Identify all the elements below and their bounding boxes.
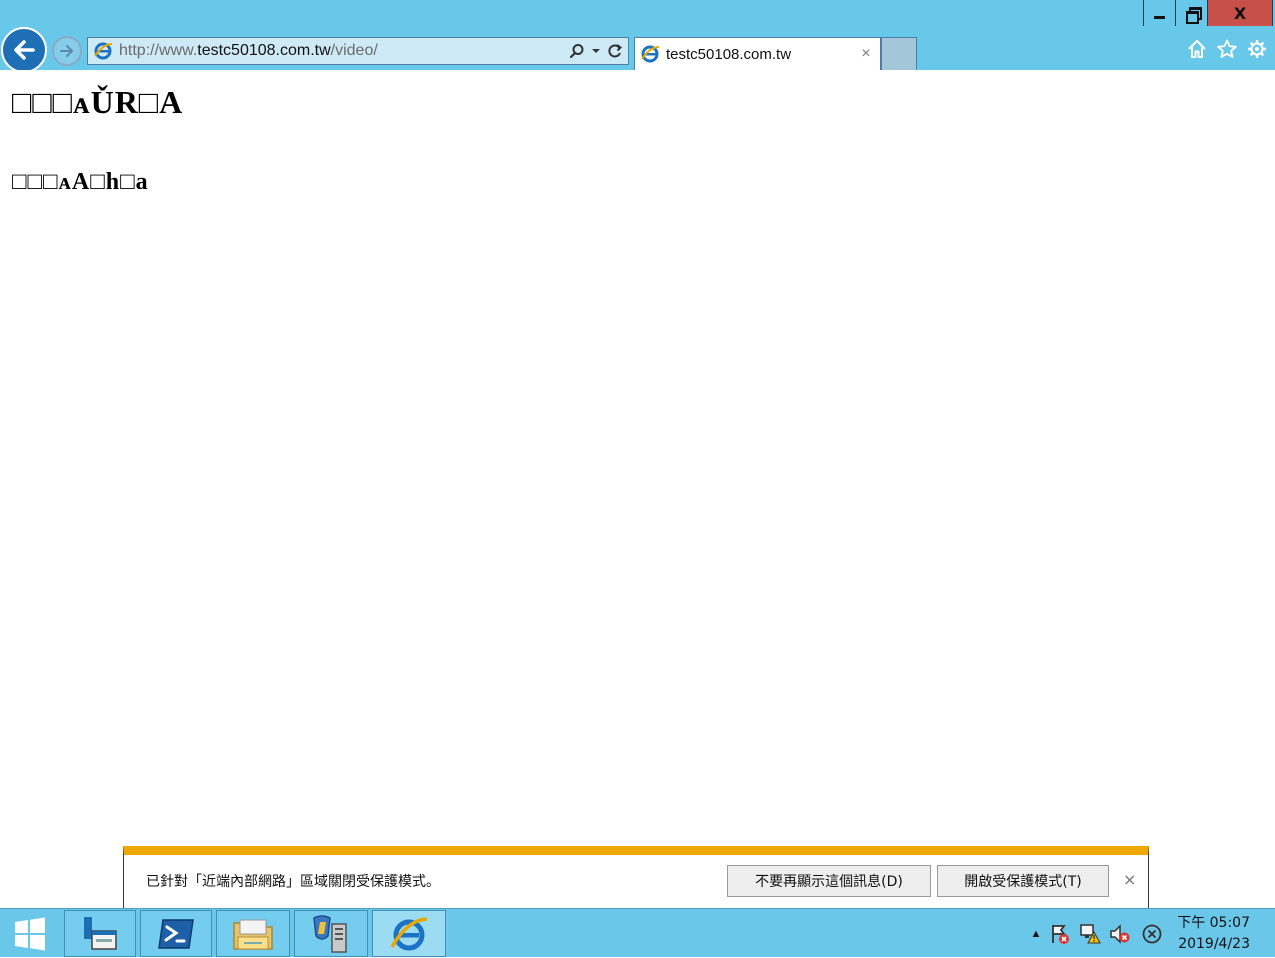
system-tray: ▲ 下午 05:07 2019/4/23 xyxy=(1005,909,1275,958)
url-text[interactable]: http://www.testc50108.com.tw/video/ xyxy=(119,42,568,60)
notification-close-button[interactable]: × xyxy=(1123,870,1136,889)
address-bar[interactable]: http://www.testc50108.com.tw/video/ xyxy=(87,37,629,65)
server-manager-icon xyxy=(84,916,117,950)
gear-icon xyxy=(1248,40,1266,58)
notification-message: 已針對「近端內部網路」區域關閉受保護模式。 xyxy=(146,874,440,890)
tab-active[interactable]: testc50108.com.tw × xyxy=(634,37,881,70)
favorites-button[interactable] xyxy=(1217,38,1237,60)
action-center-icon xyxy=(1052,925,1069,944)
new-tab-button[interactable] xyxy=(881,37,917,70)
close-icon: X xyxy=(1233,3,1247,23)
dont-show-again-button[interactable]: 不要再顯示這個訊息(D) xyxy=(727,865,931,897)
minimize-button[interactable] xyxy=(1144,0,1176,26)
action-center-button[interactable] xyxy=(1049,923,1071,945)
url-prefix: http://www. xyxy=(119,42,198,59)
tray-expand-button[interactable]: ▲ xyxy=(1025,923,1047,945)
file-explorer-icon xyxy=(233,919,273,950)
network-warning-icon xyxy=(1080,924,1101,944)
home-icon xyxy=(1188,40,1206,58)
star-icon xyxy=(1217,39,1237,58)
taskbar-internet-explorer[interactable] xyxy=(372,910,446,957)
back-button[interactable] xyxy=(1,27,47,73)
clock[interactable]: 下午 05:07 2019/4/23 xyxy=(1177,913,1250,955)
taskbar: ▲ 下午 05:07 2019/4/23 xyxy=(0,908,1275,957)
window-controls: X xyxy=(1143,0,1273,26)
internet-explorer-icon xyxy=(641,45,660,63)
tab-close-button[interactable]: × xyxy=(856,45,876,63)
minimize-icon xyxy=(1154,15,1165,19)
page-heading: □□□ᴀǓR□A xyxy=(12,84,184,120)
url-host: testc50108.com.tw xyxy=(197,42,331,59)
browser-chrome: X http://www.testc50108.com.tw/video/ te… xyxy=(0,0,1275,73)
error-status-button[interactable] xyxy=(1141,923,1163,945)
search-icon xyxy=(569,44,584,59)
volume-muted-icon xyxy=(1110,924,1130,944)
volume-button[interactable] xyxy=(1109,923,1131,945)
url-path: /video/ xyxy=(330,42,378,59)
notification-bar: 已針對「近端內部網路」區域關閉受保護模式。 不要再顯示這個訊息(D) 開啟受保護… xyxy=(123,846,1149,909)
internet-explorer-icon xyxy=(390,916,428,950)
home-button[interactable] xyxy=(1187,38,1207,60)
refresh-button[interactable] xyxy=(606,42,624,60)
restore-button[interactable] xyxy=(1176,0,1208,26)
settings-button[interactable] xyxy=(1247,38,1267,60)
taskbar-network-tools[interactable] xyxy=(294,910,368,957)
taskbar-powershell[interactable] xyxy=(140,910,212,957)
arrow-right-icon xyxy=(60,45,73,57)
page-content: □□□ᴀǓR□A □□□ᴀA□h□a xyxy=(0,70,1275,908)
tab-title: testc50108.com.tw xyxy=(666,45,792,63)
clock-date: 2019/4/23 xyxy=(1178,936,1250,952)
page-subheading: □□□ᴀA□h□a xyxy=(12,169,149,195)
taskbar-file-explorer[interactable] xyxy=(216,910,290,957)
address-dropdown-button[interactable] xyxy=(590,42,602,60)
error-circle-icon xyxy=(1142,924,1162,944)
network-status-button[interactable] xyxy=(1079,923,1101,945)
start-button[interactable] xyxy=(0,910,60,957)
close-window-button[interactable]: X xyxy=(1208,0,1272,26)
restore-icon xyxy=(1185,7,1202,24)
enable-protected-mode-button[interactable]: 開啟受保護模式(T) xyxy=(937,865,1109,897)
powershell-icon xyxy=(158,918,194,949)
internet-explorer-icon xyxy=(94,42,113,60)
caret-down-icon xyxy=(592,49,600,53)
toolbar-icons xyxy=(1187,38,1267,60)
taskbar-server-manager[interactable] xyxy=(64,910,136,957)
windows-start-icon xyxy=(15,917,45,950)
search-button[interactable] xyxy=(568,42,586,60)
forward-button[interactable] xyxy=(52,36,82,66)
refresh-icon xyxy=(608,44,623,58)
clock-time: 下午 05:07 xyxy=(1177,915,1250,931)
arrow-left-icon xyxy=(14,40,35,60)
network-tools-icon xyxy=(313,914,347,953)
